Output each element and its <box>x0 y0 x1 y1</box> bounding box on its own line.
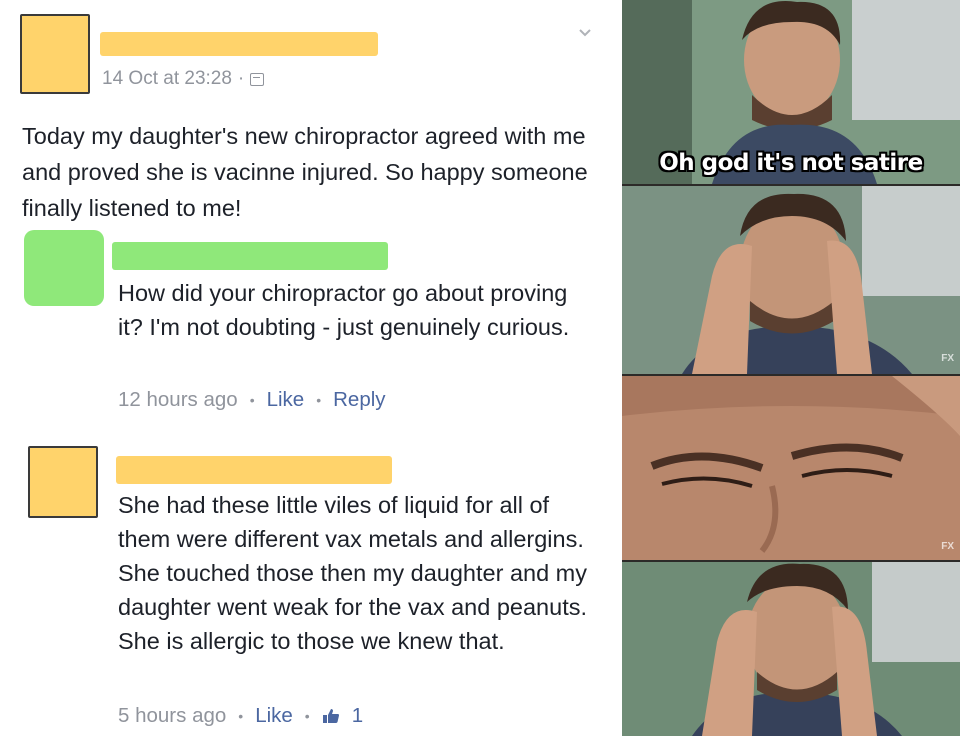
comment2-text: She had these little viles of liquid for… <box>118 492 588 654</box>
thumbs-up-icon[interactable] <box>322 708 340 724</box>
meme-image: Oh god it's not satire FX FX <box>622 0 960 736</box>
post-timestamp[interactable]: 14 Oct at 23:28 <box>102 68 232 90</box>
meme-panel-1: Oh god it's not satire <box>622 0 960 184</box>
dot-separator: • <box>304 708 310 724</box>
comment1-like-link[interactable]: Like <box>267 388 305 412</box>
dot-separator: • <box>249 392 255 408</box>
comment2-actions: 5 hours ago • Like • 1 <box>118 704 363 728</box>
meme-panel-2: FX <box>622 186 960 374</box>
commenter2-name-redacted[interactable] <box>116 456 392 484</box>
dot-separator: • <box>238 708 244 724</box>
commenter2-avatar-redacted[interactable] <box>28 446 98 518</box>
fx-watermark: FX <box>941 353 954 364</box>
meme-caption: Oh god it's not satire <box>659 150 923 176</box>
comment2-time[interactable]: 5 hours ago <box>118 704 226 728</box>
dot-separator: • <box>316 392 322 408</box>
comment1-text: How did your chiropractor go about provi… <box>118 280 570 340</box>
man-facepalm-illustration <box>622 186 960 374</box>
comment2-like-link[interactable]: Like <box>255 704 293 728</box>
poster-avatar-redacted[interactable] <box>20 14 90 94</box>
commenter1-avatar-redacted[interactable] <box>24 230 104 306</box>
post-text: Today my daughter's new chiropractor agr… <box>22 123 588 221</box>
comment1-reply-link[interactable]: Reply <box>333 388 385 412</box>
chevron-down-icon[interactable] <box>578 26 592 40</box>
post-meta: 14 Oct at 23:28 · <box>102 68 265 90</box>
meta-separator: · <box>237 68 245 89</box>
closeup-eyes-illustration <box>622 376 960 560</box>
poster-name-redacted[interactable] <box>100 32 378 56</box>
comment1-time[interactable]: 12 hours ago <box>118 388 238 412</box>
man-rubbing-temples-illustration <box>622 562 960 736</box>
comment1-actions: 12 hours ago • Like • Reply <box>118 388 386 412</box>
audience-icon[interactable] <box>250 72 265 86</box>
comment2-like-count[interactable]: 1 <box>352 704 363 728</box>
fx-watermark: FX <box>941 541 954 552</box>
meme-panel-3: FX <box>622 376 960 560</box>
meme-panel-4 <box>622 562 960 736</box>
commenter1-name-redacted[interactable] <box>112 242 388 270</box>
facebook-post: 14 Oct at 23:28 · Today my daughter's ne… <box>0 0 622 736</box>
